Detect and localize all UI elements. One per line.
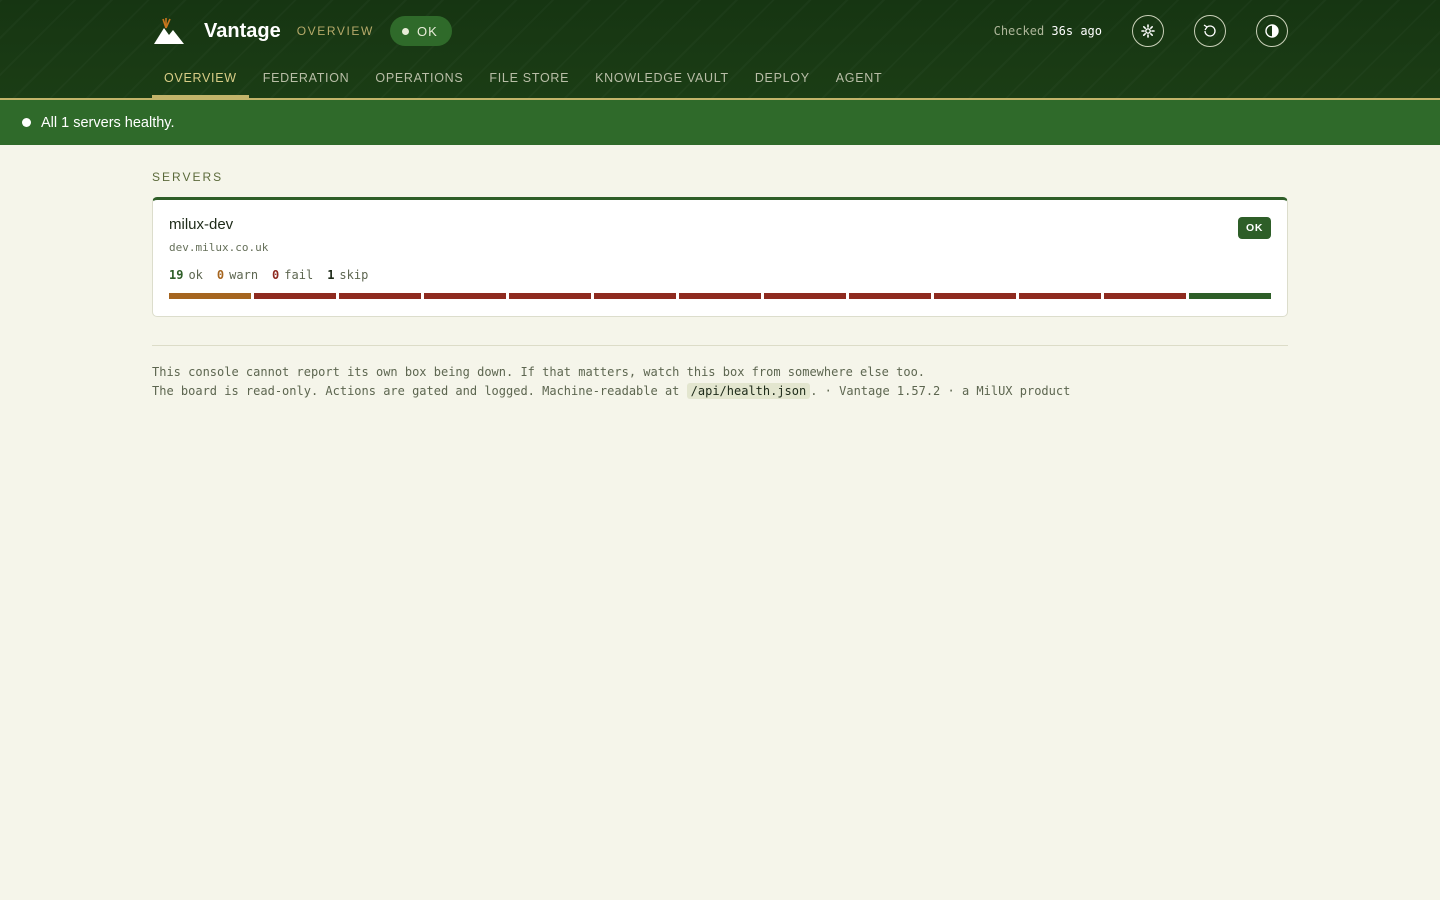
tab-agent[interactable]: AGENT [824,60,895,98]
count-ok: 19 ok [169,268,203,282]
section-label: OVERVIEW [296,24,374,38]
footer-line-2-prefix: The board is read-only. Actions are gate… [152,384,680,398]
checked-value: 36s ago [1051,24,1102,38]
history-bars [169,293,1271,299]
server-card[interactable]: milux-dev dev.milux.co.uk OK 19 ok 0 warn … [152,197,1288,317]
footer-line-2-suffix: . · Vantage 1.57.2 · a MilUX product [810,384,1071,398]
status-dot-icon [401,27,409,35]
theme-toggle-button[interactable] [1256,15,1288,47]
settings-button[interactable] [1132,15,1164,47]
server-host: dev.milux.co.uk [169,241,269,254]
count-skip-value: 1 [327,268,335,282]
footer-line-2: The board is read-only. Actions are gate… [152,382,1288,401]
health-banner: All 1 servers healthy. [0,100,1440,145]
divider [152,345,1288,346]
footer-line-1: This console cannot report its own box b… [152,365,926,379]
history-bar-ok [1189,293,1271,299]
count-ok-value: 19 [169,268,184,282]
history-bar-fail [594,293,676,299]
history-bar-fail [764,293,846,299]
check-counts: 19 ok 0 warn 0 fail 1 skip [169,268,1271,282]
brand-name[interactable]: Vantage [204,20,281,43]
last-checked: Checked 36s ago [994,24,1102,38]
header-bar: Vantage OVERVIEW OK Checked 36s ago [152,0,1288,62]
gear-icon [1141,24,1155,38]
tab-file-store[interactable]: FILE STORE [477,60,581,98]
contrast-icon [1265,24,1279,38]
tab-federation[interactable]: FEDERATION [251,60,362,98]
count-fail-label: fail [284,268,314,282]
count-skip-label: skip [339,268,369,282]
status-pill: OK [389,16,452,46]
history-bar-fail [1019,293,1101,299]
history-bar-fail [254,293,336,299]
tab-knowledge-vault[interactable]: KNOWLEDGE VAULT [583,60,741,98]
checked-label: Checked [993,24,1045,38]
tab-deploy[interactable]: DEPLOY [743,60,822,98]
banner-dot-icon [22,118,31,127]
history-bar-fail [339,293,421,299]
count-fail: 0 fail [272,268,313,282]
history-bar-fail [1104,293,1186,299]
count-skip: 1 skip [327,268,368,282]
history-bar-fail [509,293,591,299]
count-ok-label: ok [188,268,203,282]
tab-overview[interactable]: OVERVIEW [152,60,249,98]
servers-section-title: SERVERS [152,170,224,184]
main-tabs: OVERVIEW FEDERATION OPERATIONS FILE STOR… [152,60,896,98]
footer-notes: This console cannot report its own box b… [152,363,1288,401]
api-health-link[interactable]: /api/health.json [686,383,811,399]
refresh-button[interactable] [1194,15,1226,47]
history-bar-fail [679,293,761,299]
refresh-icon [1203,24,1216,37]
history-bar-warn [169,293,251,299]
top-header: Vantage OVERVIEW OK Checked 36s ago OVER… [0,0,1440,100]
main-content: SERVERS milux-dev dev.milux.co.uk OK 19 o… [152,170,1288,401]
tab-operations[interactable]: OPERATIONS [363,60,475,98]
server-name: milux-dev [169,216,234,233]
history-bar-fail [849,293,931,299]
history-bar-fail [934,293,1016,299]
count-warn-label: warn [229,268,259,282]
count-warn: 0 warn [217,268,258,282]
count-fail-value: 0 [272,268,280,282]
count-warn-value: 0 [216,268,225,282]
banner-message: All 1 servers healthy. [41,114,175,131]
status-badge: OK [1238,217,1271,239]
history-bar-fail [424,293,506,299]
status-pill-label: OK [416,23,438,39]
vantage-logo-icon[interactable] [152,14,186,48]
